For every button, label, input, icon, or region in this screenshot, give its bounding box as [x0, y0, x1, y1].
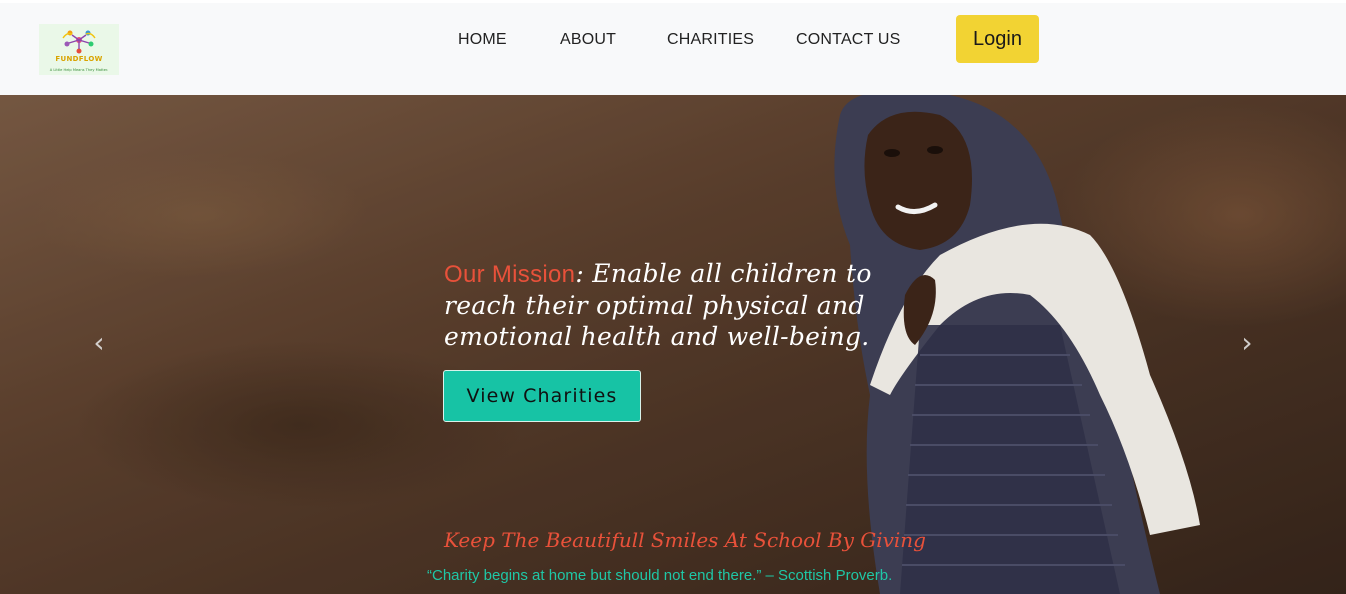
brand-name: FUNDFLOW [55, 55, 103, 63]
mission-label: Our Mission [444, 261, 576, 288]
hero-tagline: Keep The Beautifull Smiles At School By … [444, 528, 926, 552]
chevron-right-icon: › [1241, 326, 1253, 359]
hero-carousel: ‹ › Our Mission: Enable all children to … [0, 95, 1346, 594]
nav-about[interactable]: ABOUT [560, 31, 616, 49]
brand-logo[interactable]: FUNDFLOW A Little Help Means They Matter… [39, 24, 119, 75]
nav-charities[interactable]: CHARITIES [667, 31, 754, 49]
hero-quote: “Charity begins at home but should not e… [427, 567, 893, 584]
mission-statement: Our Mission: Enable all children to reac… [444, 258, 914, 352]
login-button[interactable]: Login [956, 15, 1039, 63]
carousel-prev-button[interactable]: ‹ [87, 327, 111, 359]
navbar: FUNDFLOW A Little Help Means They Matter… [0, 3, 1346, 95]
brand-tagline: A Little Help Means They Matter. [49, 68, 109, 72]
carousel-next-button[interactable]: › [1235, 327, 1259, 359]
nav-home[interactable]: HOME [458, 31, 507, 49]
chevron-left-icon: ‹ [93, 326, 105, 359]
nav-contact-us[interactable]: CONTACT US [796, 31, 901, 49]
logo-icon [62, 30, 96, 54]
view-charities-button[interactable]: View Charities [443, 370, 641, 422]
